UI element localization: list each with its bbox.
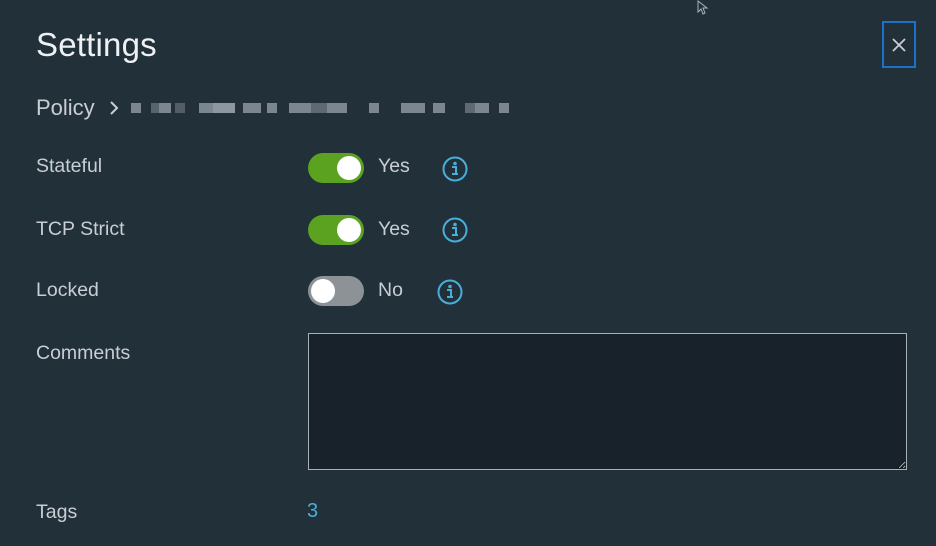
info-icon[interactable] <box>436 278 464 306</box>
close-icon <box>892 37 906 52</box>
mouse-pointer-icon <box>697 0 709 15</box>
info-icon[interactable] <box>441 216 469 244</box>
stateful-label: Stateful <box>36 155 103 177</box>
tcp-strict-value: Yes <box>378 218 410 240</box>
info-icon[interactable] <box>441 155 469 183</box>
settings-dialog: Settings Policy Stateful Yes TCP Strict … <box>0 0 936 546</box>
tcp-strict-label: TCP Strict <box>36 218 125 240</box>
toggle-knob <box>311 279 335 303</box>
toggle-knob <box>337 156 361 180</box>
breadcrumb-current-redacted <box>130 98 509 118</box>
comments-textarea[interactable] <box>308 333 907 470</box>
dialog-title: Settings <box>36 26 157 63</box>
tags-label: Tags <box>36 501 78 523</box>
comments-label: Comments <box>36 342 131 364</box>
toggle-knob <box>337 218 361 242</box>
breadcrumb: Policy <box>36 93 509 123</box>
tcp-strict-toggle[interactable] <box>308 215 364 245</box>
locked-value: No <box>378 279 403 301</box>
locked-label: Locked <box>36 279 99 301</box>
tags-count-link[interactable]: 3 <box>307 500 318 523</box>
breadcrumb-root[interactable]: Policy <box>36 95 95 121</box>
close-button[interactable] <box>882 21 916 68</box>
locked-toggle[interactable] <box>308 276 364 306</box>
stateful-value: Yes <box>378 155 410 177</box>
chevron-right-icon <box>109 100 119 116</box>
stateful-toggle[interactable] <box>308 153 364 183</box>
